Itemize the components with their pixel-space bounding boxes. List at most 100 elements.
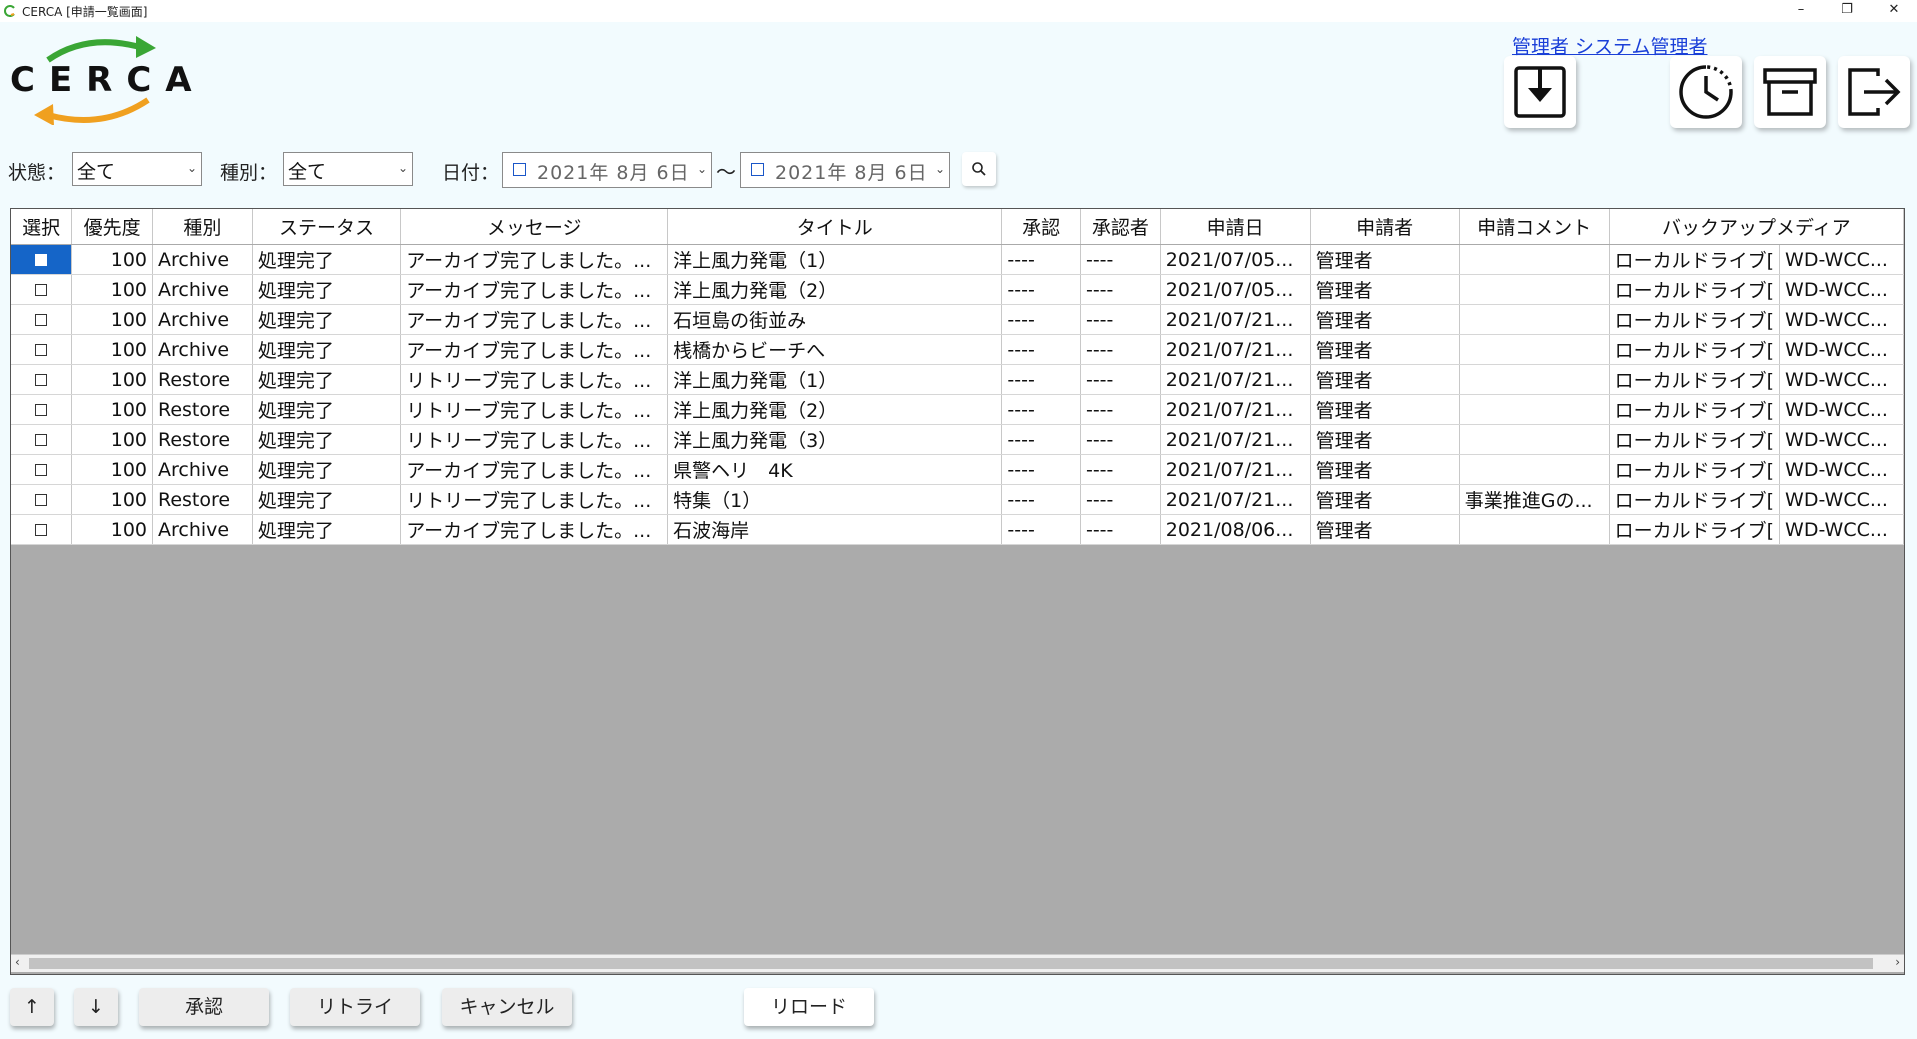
column-header[interactable]: 優先度 — [71, 209, 153, 245]
approve-button[interactable]: 承認 — [139, 988, 269, 1026]
table-cell: ---- — [1001, 424, 1081, 455]
row-checkbox[interactable] — [35, 284, 48, 296]
history-button[interactable] — [1670, 56, 1742, 128]
column-header[interactable]: 申請コメント — [1459, 209, 1610, 245]
row-select-cell[interactable] — [11, 394, 73, 425]
table-row[interactable]: 100 Restore 処理完了 リトリーブ完了しました。... 特集（1） ---- --… — [11, 484, 1904, 515]
column-header[interactable]: 選択 — [11, 209, 73, 245]
table-cell: Restore — [152, 394, 253, 425]
table-cell: 管理者 — [1310, 484, 1460, 515]
horizontal-scrollbar[interactable]: ‹ › — [11, 954, 1904, 972]
table-cell: アーカイブ完了しました。... — [400, 304, 669, 335]
table-cell: WD-WCC... — [1779, 274, 1904, 305]
table-cell — [1459, 454, 1610, 485]
table-cell: ---- — [1080, 274, 1161, 305]
table-cell: ---- — [1001, 274, 1081, 305]
row-checkbox[interactable] — [35, 314, 48, 326]
row-select-cell[interactable] — [11, 454, 73, 485]
cancel-button[interactable]: キャンセル — [442, 988, 572, 1026]
table-cell: Archive — [152, 304, 253, 335]
table-row[interactable]: 100 Restore 処理完了 リトリーブ完了しました。... 洋上風力発電（1） --… — [11, 364, 1904, 395]
table-cell: アーカイブ完了しました。... — [400, 514, 669, 545]
table-cell: 管理者 — [1310, 424, 1460, 455]
chevron-down-icon: ⌄ — [696, 162, 707, 176]
row-checkbox[interactable] — [35, 254, 48, 266]
row-select-cell[interactable] — [11, 424, 73, 455]
row-select-cell[interactable] — [11, 364, 73, 395]
table-cell: アーカイブ完了しました。... — [400, 334, 669, 365]
table-cell: Restore — [152, 364, 253, 395]
row-select-cell[interactable] — [11, 514, 73, 545]
move-up-button[interactable]: ↑ — [10, 988, 54, 1026]
table-cell: 管理者 — [1310, 514, 1460, 545]
move-down-button[interactable]: ↓ — [74, 988, 118, 1026]
table-cell: ローカルドライブ[ — [1609, 484, 1781, 515]
column-header[interactable]: 承認者 — [1080, 209, 1161, 245]
table-row[interactable]: 100 Archive 処理完了 アーカイブ完了しました。... 県警ヘリ 4K ----… — [11, 454, 1904, 485]
table-row[interactable]: 100 Archive 処理完了 アーカイブ完了しました。... 洋上風力発電（1） --… — [11, 244, 1904, 275]
column-header[interactable]: 承認 — [1001, 209, 1081, 245]
table-row[interactable]: 100 Archive 処理完了 アーカイブ完了しました。... 石垣島の街並み ----… — [11, 304, 1904, 335]
row-checkbox[interactable] — [35, 494, 48, 506]
table-cell: ローカルドライブ[ — [1609, 394, 1781, 425]
table-row[interactable]: 100 Restore 処理完了 リトリーブ完了しました。... 洋上風力発電（3） --… — [11, 424, 1904, 455]
table-cell: リトリーブ完了しました。... — [400, 484, 669, 515]
date-to-picker[interactable]: 2021年 8月 6日 ⌄ — [740, 152, 950, 188]
row-checkbox[interactable] — [35, 524, 48, 536]
column-header[interactable]: 申請日 — [1160, 209, 1311, 245]
date-from-picker[interactable]: 2021年 8月 6日 ⌄ — [502, 152, 712, 188]
table-cell: ローカルドライブ[ — [1609, 514, 1781, 545]
row-checkbox[interactable] — [35, 434, 48, 446]
download-icon — [1514, 66, 1566, 118]
table-cell: 洋上風力発電（2） — [667, 274, 1003, 305]
chevron-down-icon: ⌄ — [186, 161, 197, 175]
retry-button[interactable]: リトライ — [290, 988, 420, 1026]
table-row[interactable]: 100 Restore 処理完了 リトリーブ完了しました。... 洋上風力発電（2） --… — [11, 394, 1904, 425]
search-button[interactable] — [962, 152, 996, 186]
column-header[interactable]: メッセージ — [400, 209, 669, 245]
table-row[interactable]: 100 Archive 処理完了 アーカイブ完了しました。... 洋上風力発電（2） --… — [11, 274, 1904, 305]
download-button[interactable] — [1504, 56, 1576, 128]
date-to-checkbox[interactable] — [751, 163, 764, 176]
date-from-checkbox[interactable] — [513, 163, 526, 176]
row-select-cell[interactable] — [11, 334, 73, 365]
column-header[interactable]: 種別 — [152, 209, 253, 245]
column-header[interactable]: 申請者 — [1310, 209, 1460, 245]
table-row[interactable]: 100 Archive 処理完了 アーカイブ完了しました。... 石波海岸 ---- ---… — [11, 514, 1904, 545]
row-checkbox[interactable] — [35, 344, 48, 356]
row-select-cell[interactable] — [11, 304, 73, 335]
app-icon — [4, 5, 15, 17]
table-cell: 2021/07/21... — [1160, 334, 1311, 365]
row-checkbox[interactable] — [35, 464, 48, 476]
request-list-grid[interactable]: 選択 優先度 種別 ステータス メッセージ タイトル 承認 承認者 申請日 申請者 申請コメント バッ… — [10, 208, 1905, 975]
row-select-cell[interactable] — [11, 274, 73, 305]
row-checkbox[interactable] — [35, 404, 48, 416]
archive-button[interactable] — [1754, 56, 1826, 128]
scroll-left-icon[interactable]: ‹ — [15, 955, 20, 969]
column-header[interactable]: バックアップメディア — [1609, 209, 1904, 245]
row-select-cell[interactable] — [11, 484, 73, 515]
minimize-button[interactable]: – — [1778, 0, 1824, 22]
table-cell: WD-WCC... — [1779, 454, 1904, 485]
status-filter-value: 全て — [77, 161, 116, 183]
logout-button[interactable] — [1838, 56, 1910, 128]
scroll-right-icon[interactable]: › — [1895, 955, 1900, 969]
status-filter-select[interactable]: 全て ⌄ — [72, 152, 202, 186]
close-button[interactable]: ✕ — [1871, 0, 1917, 22]
row-checkbox[interactable] — [35, 374, 48, 386]
table-cell: 県警ヘリ 4K — [667, 454, 1003, 485]
table-cell: Archive — [152, 274, 253, 305]
reload-button[interactable]: リロード — [744, 988, 874, 1026]
table-cell: アーカイブ完了しました。... — [400, 454, 669, 485]
type-filter-select[interactable]: 全て ⌄ — [283, 152, 413, 186]
chevron-down-icon: ⌄ — [934, 162, 945, 176]
row-select-cell[interactable] — [11, 244, 73, 275]
table-cell: 石波海岸 — [667, 514, 1003, 545]
maximize-button[interactable]: ❐ — [1824, 0, 1870, 22]
column-header[interactable]: タイトル — [667, 209, 1003, 245]
table-cell: 2021/07/21... — [1160, 394, 1311, 425]
scrollbar-thumb[interactable] — [29, 958, 1873, 969]
column-header[interactable]: ステータス — [252, 209, 402, 245]
user-account-link[interactable]: 管理者 システム管理者 — [1512, 32, 1707, 59]
table-row[interactable]: 100 Archive 処理完了 アーカイブ完了しました。... 桟橋からビーチへ ---… — [11, 334, 1904, 365]
